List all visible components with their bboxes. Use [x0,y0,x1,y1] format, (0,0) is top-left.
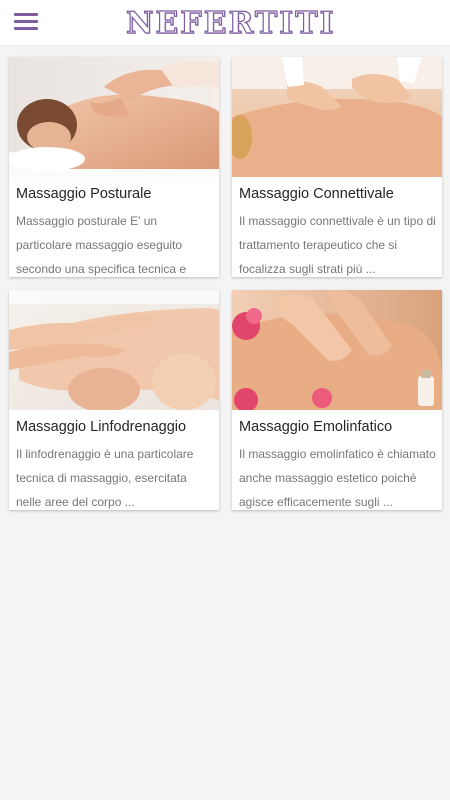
back-massage-photo [9,57,219,177]
menu-bar [14,27,38,30]
menu-bar [14,13,38,16]
app-header: NEFERTITI [0,0,450,46]
card-massaggio-linfodrenaggio[interactable]: Massaggio Linfodrenaggio Il linfodrenagg… [9,290,219,510]
card-description: Massaggio posturale E' un particolare ma… [16,214,187,276]
oil-back-massage-photo [232,290,442,410]
card-massaggio-emolinfatico[interactable]: Massaggio Emolinfatico Il massaggio emol… [232,290,442,510]
card-title: Massaggio Connettivale [239,186,394,202]
card-description: Il massaggio connettivale è un tipo di t… [239,214,436,276]
card-title: Massaggio Linfodrenaggio [16,419,187,435]
shoulder-massage-photo [232,57,442,177]
card-description: Il linfodrenaggio è una particolare tecn… [16,447,194,509]
brand-logo: NEFERTITI [125,5,336,41]
leg-massage-photo [9,290,219,410]
card-massaggio-connettivale[interactable]: Massaggio Connettivale Il massaggio conn… [232,57,442,277]
card-massaggio-posturale[interactable]: Massaggio Posturale Massaggio posturale … [9,57,219,277]
card-title: Massaggio Posturale [16,186,152,202]
card-description: Il massaggio emolinfatico è chiamato anc… [239,447,436,509]
hamburger-menu-icon[interactable] [14,11,40,33]
card-title: Massaggio Emolinfatico [239,419,393,435]
menu-bar [14,20,38,23]
